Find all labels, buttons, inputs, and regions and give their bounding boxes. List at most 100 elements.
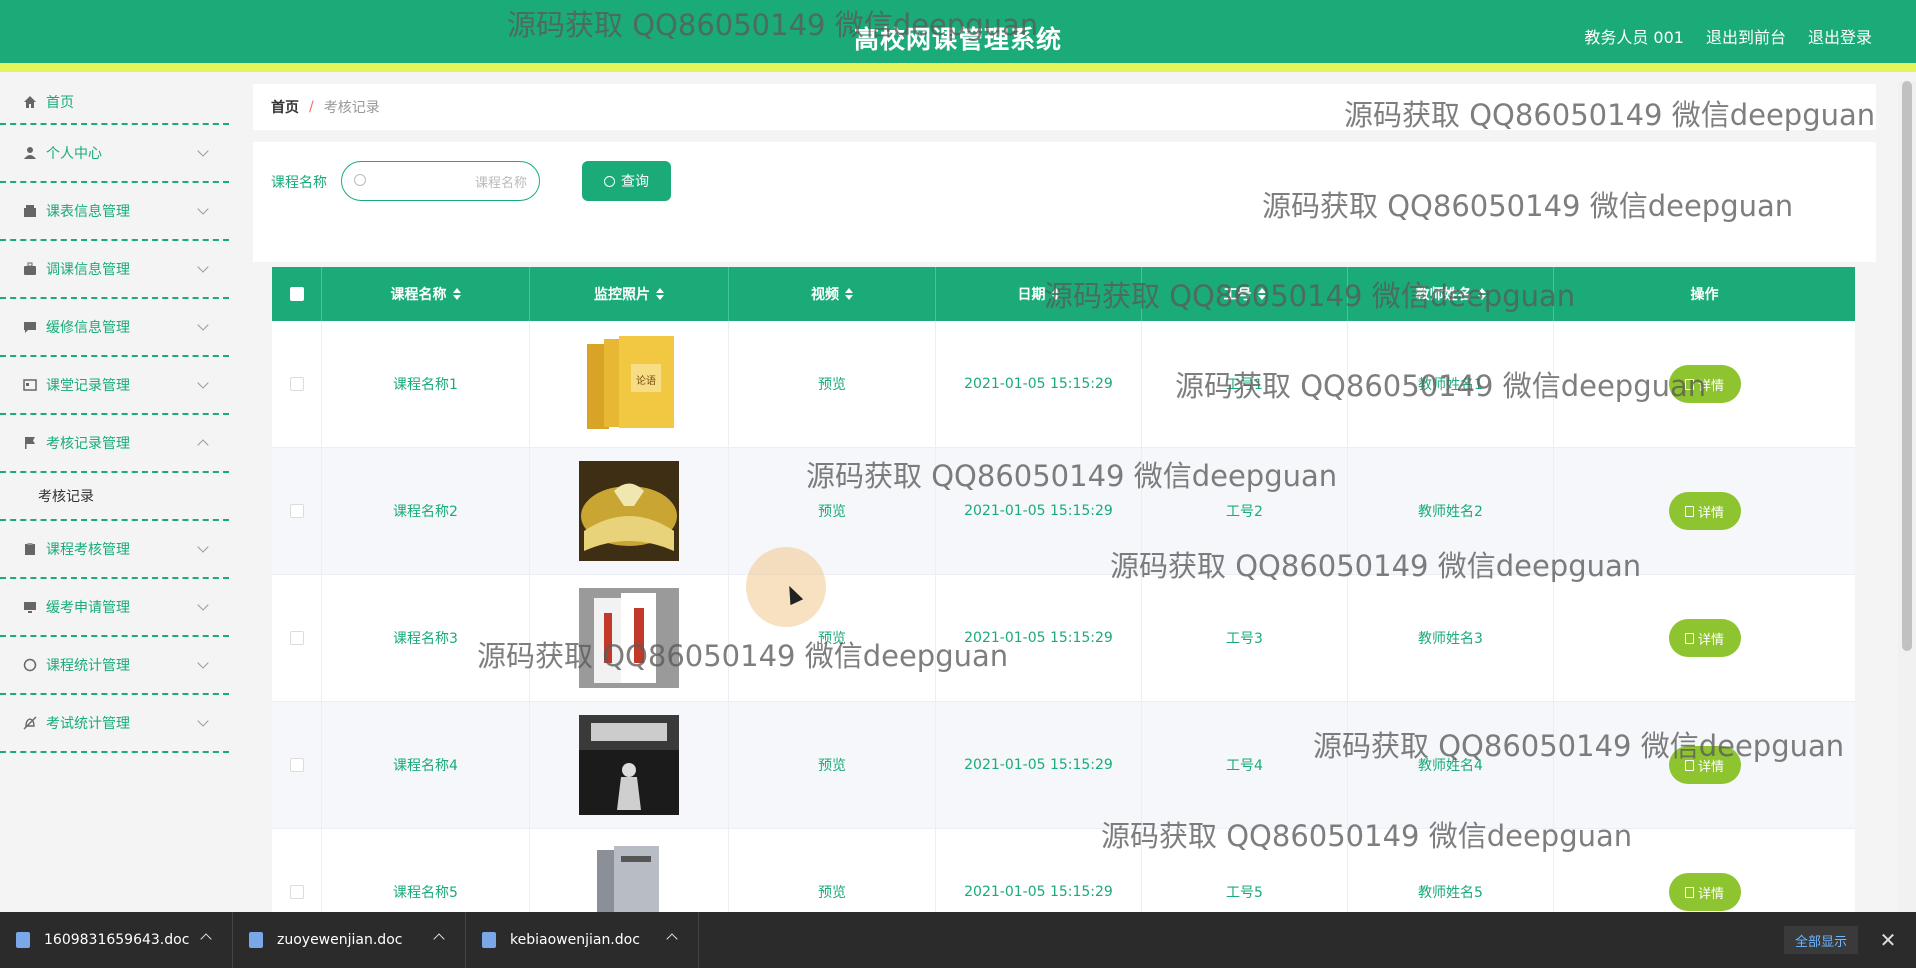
cell-staff-id: 工号1 [1142,321,1348,447]
monitor-photo[interactable]: 论语 [579,334,679,434]
cell-video-preview[interactable]: 预览 [729,321,936,447]
download-item[interactable]: 1609831659643.doc [0,912,233,968]
row-checkbox[interactable] [289,377,304,391]
monitor-photo[interactable] [579,588,679,688]
sidebar-item-label: 课堂记录管理 [46,378,130,394]
breadcrumb-separator: / [309,99,314,115]
back-to-front-link[interactable]: 退出到前台 [1706,24,1786,48]
header-label: 日期 [1017,287,1046,303]
sidebar-subitem-assessment-record[interactable]: 考核记录 [0,473,229,521]
document-icon [1684,378,1694,390]
sort-icon[interactable] [1257,288,1266,300]
cell-course: 课程名称2 [322,448,530,574]
search-button[interactable]: 查询 [582,161,671,201]
sort-icon[interactable] [656,288,664,300]
sidebar-item-course-adjust[interactable]: 调课信息管理 [0,241,229,299]
sidebar-item-assessment-record[interactable]: 考核记录管理 [0,415,229,473]
sort-icon[interactable] [1477,288,1486,300]
header-teacher[interactable]: 教师姓名 [1348,267,1554,321]
cell-course: 课程名称4 [322,702,530,828]
vertical-scrollbar[interactable] [1898,81,1916,912]
sort-icon[interactable] [452,288,461,300]
cell-video-preview[interactable]: 预览 [729,702,936,828]
detail-button[interactable]: 详情 [1668,873,1741,911]
sidebar: 首页 个人中心 课表信息管理 调课信息管理 缓修信息管理 课堂记录管理 考核记录… [0,81,229,912]
clipboard-icon [22,541,38,557]
sidebar-item-deferral[interactable]: 缓修信息管理 [0,299,229,357]
header-date[interactable]: 日期 [936,267,1142,321]
wallet-icon [22,203,38,219]
chevron-up-icon[interactable] [200,933,212,945]
bell-off-icon [22,715,38,731]
sort-icon[interactable] [845,288,853,300]
top-header: 高校网课管理系统 教务人员 001 退出到前台 退出登录 [0,0,1916,72]
sidebar-item-class-record[interactable]: 课堂记录管理 [0,357,229,415]
sidebar-item-exam-deferral[interactable]: 缓考申请管理 [0,579,229,637]
detail-button[interactable]: 详情 [1668,746,1741,784]
header-select-all[interactable] [272,267,322,321]
chevron-down-icon [197,203,209,215]
header-video[interactable]: 视频 [729,267,936,321]
row-checkbox[interactable] [289,631,304,645]
download-item[interactable]: kebiaowenjian.doc [466,912,699,968]
header-staff-id[interactable]: 工号 [1142,267,1348,321]
show-all-downloads-button[interactable]: 全部显示 [1784,926,1858,954]
sidebar-item-label: 首页 [46,95,74,111]
search-input[interactable] [372,170,527,194]
monitor-photo[interactable] [579,461,679,561]
close-icon[interactable]: ✕ [1874,926,1902,954]
search-button-label: 查询 [621,174,649,190]
detail-button[interactable]: 详情 [1668,365,1741,403]
header-photo[interactable]: 监控照片 [530,267,729,321]
cell-staff-id: 工号3 [1142,575,1348,701]
row-checkbox[interactable] [289,504,304,518]
doc-file-icon [482,932,496,948]
row-checkbox[interactable] [289,885,304,899]
sidebar-item-course-stats[interactable]: 课程统计管理 [0,637,229,695]
cell-teacher: 教师姓名4 [1348,702,1554,828]
scrollbar-thumb[interactable] [1902,81,1912,651]
table-row: 课程名称2 预览 2021-01-05 15:15:29 工号2 教师姓名2 详… [272,448,1855,575]
sidebar-item-label: 课表信息管理 [46,204,130,220]
chevron-down-icon [197,261,209,273]
chevron-down-icon [197,377,209,389]
cell-actions: 详情 [1554,448,1855,574]
cell-teacher: 教师姓名3 [1348,575,1554,701]
search-field[interactable] [341,161,540,201]
header-label: 工号 [1223,287,1252,303]
sidebar-item-exam-stats[interactable]: 考试统计管理 [0,695,229,753]
sidebar-subitem-label: 考核记录 [38,489,94,505]
cell-course: 课程名称3 [322,575,530,701]
cell-actions: 详情 [1554,321,1855,447]
detail-button[interactable]: 详情 [1668,492,1741,530]
sort-icon[interactable] [1051,288,1060,300]
download-item[interactable]: zuoyewenjian.doc [233,912,466,968]
row-select [272,448,322,574]
chevron-up-icon[interactable] [433,933,445,945]
cell-course: 课程名称1 [322,321,530,447]
header-label: 教师姓名 [1415,287,1472,303]
assessment-table: 课程名称 监控照片 视频 日期 工号 教师姓名 操作 课程名称1 论语 预览 2… [272,267,1855,956]
download-filename: 1609831659643.doc [44,932,190,948]
briefcase-icon [22,261,38,277]
chevron-up-icon[interactable] [666,933,678,945]
header-course[interactable]: 课程名称 [322,267,530,321]
select-all-checkbox[interactable] [289,287,304,301]
sidebar-item-home[interactable]: 首页 [0,81,229,125]
breadcrumb: 首页 / 考核记录 [253,84,1876,130]
document-icon [1684,886,1694,898]
detail-button[interactable]: 详情 [1668,619,1741,657]
cell-date: 2021-01-05 15:15:29 [936,702,1142,828]
document-icon [1684,632,1694,644]
header-label: 课程名称 [390,287,447,303]
row-checkbox[interactable] [289,758,304,772]
breadcrumb-home[interactable]: 首页 [271,97,299,117]
cell-photo: 论语 [530,321,729,447]
sidebar-item-personal-center[interactable]: 个人中心 [0,125,229,183]
user-name[interactable]: 教务人员 001 [1584,24,1684,48]
logout-link[interactable]: 退出登录 [1808,24,1872,48]
monitor-photo[interactable] [579,715,679,815]
header-label: 视频 [811,287,839,303]
sidebar-item-schedule[interactable]: 课表信息管理 [0,183,229,241]
sidebar-item-course-assessment[interactable]: 课程考核管理 [0,521,229,579]
